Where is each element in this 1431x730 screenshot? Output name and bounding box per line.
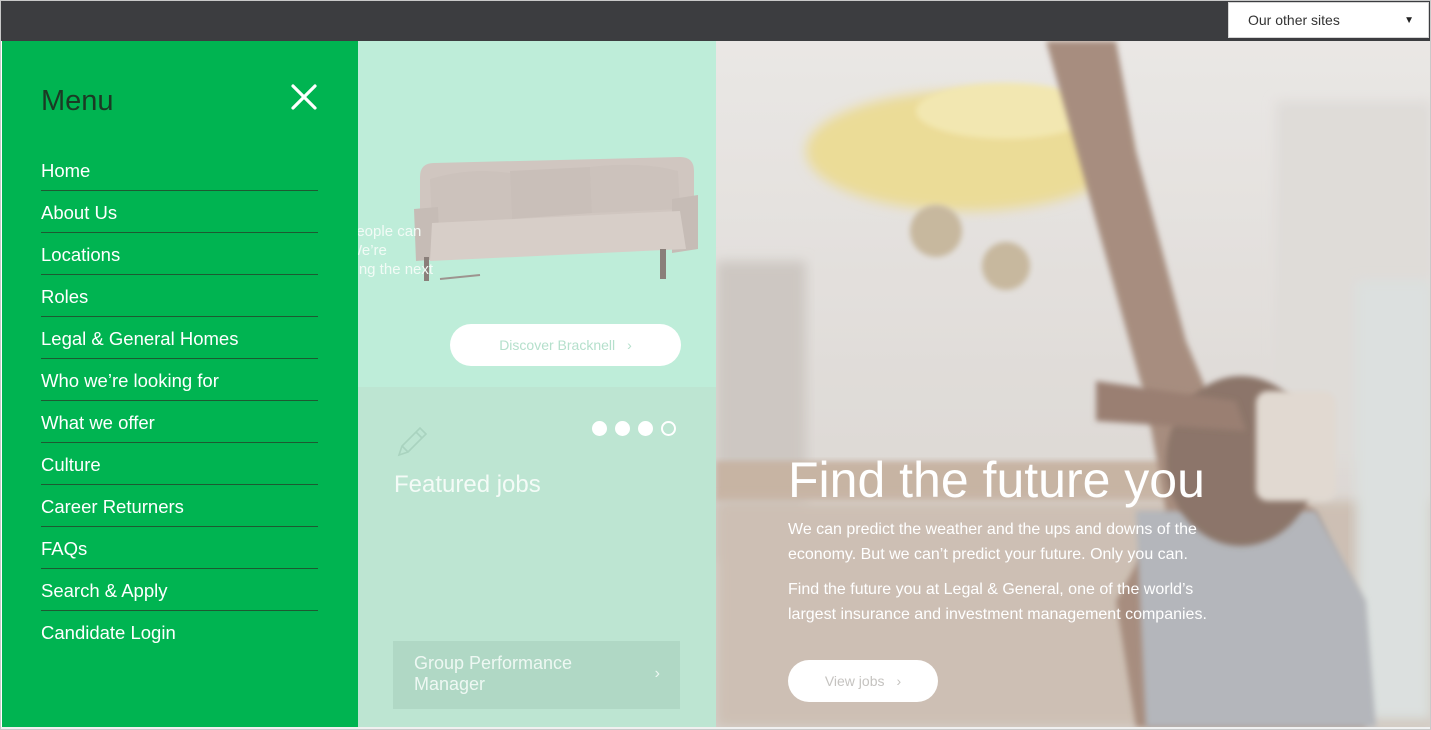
other-sites-label: Our other sites xyxy=(1248,12,1340,28)
location-description-text: people can We’re ving the next xyxy=(358,222,433,279)
menu-item-roles[interactable]: Roles xyxy=(41,275,318,317)
menu-item-lg-homes[interactable]: Legal & General Homes xyxy=(41,317,318,359)
menu-item-about-us[interactable]: About Us xyxy=(41,191,318,233)
view-jobs-button[interactable]: View jobs › xyxy=(788,660,938,702)
discover-label: Discover Bracknell xyxy=(499,337,616,353)
menu-item-candidate-login[interactable]: Candidate Login xyxy=(41,611,318,653)
carousel-dot[interactable] xyxy=(592,421,607,436)
caret-down-icon: ▼ xyxy=(1404,14,1414,26)
menu-item-label[interactable]: Locations xyxy=(41,244,120,266)
menu-item-label[interactable]: Culture xyxy=(41,454,101,476)
sofa-image xyxy=(414,157,698,281)
featured-jobs-panel: Featured jobs Group Performance Manager … xyxy=(358,387,716,727)
hero-copy: Find the future you We can predict the w… xyxy=(788,451,1228,627)
chevron-right-icon: › xyxy=(654,665,660,682)
menu-item-label[interactable]: Roles xyxy=(41,286,88,308)
carousel-dots xyxy=(592,421,676,436)
hero-paragraph-2: Find the future you at Legal & General, … xyxy=(788,581,1207,623)
chevron-right-icon: › xyxy=(896,673,902,689)
description-line: We’re xyxy=(358,242,387,259)
hero-section: Find the future you We can predict the w… xyxy=(716,41,1430,727)
close-icon[interactable] xyxy=(288,81,320,113)
featured-jobs-title: Featured jobs xyxy=(394,471,541,498)
menu-item-label[interactable]: Legal & General Homes xyxy=(41,328,238,350)
job-title: Group Performance Manager xyxy=(414,653,573,694)
hero-paragraph-1: We can predict the weather and the ups a… xyxy=(788,521,1197,563)
menu-list: Home About Us Locations Roles Legal & Ge… xyxy=(41,149,318,653)
menu-item-label[interactable]: Search & Apply xyxy=(41,580,168,602)
description-line: ving the next xyxy=(358,261,434,278)
menu-item-locations[interactable]: Locations xyxy=(41,233,318,275)
other-sites-dropdown[interactable]: Our other sites ▼ xyxy=(1228,2,1429,38)
menu-item-career-returners[interactable]: Career Returners xyxy=(41,485,318,527)
discover-bracknell-button[interactable]: Discover Bracknell › xyxy=(450,324,681,366)
menu-title: Menu xyxy=(41,85,114,117)
location-panel: people can We’re ving the next Discover … xyxy=(358,41,716,387)
menu-item-label[interactable]: Home xyxy=(41,160,90,182)
chevron-right-icon: › xyxy=(627,337,632,353)
carousel-dot-active[interactable] xyxy=(661,421,676,436)
menu-item-label[interactable]: FAQs xyxy=(41,538,87,560)
menu-item-home[interactable]: Home xyxy=(41,149,318,191)
featured-job-card[interactable]: Group Performance Manager › xyxy=(393,641,680,709)
menu-item-what-we-offer[interactable]: What we offer xyxy=(41,401,318,443)
menu-item-label[interactable]: About Us xyxy=(41,202,117,224)
top-bar: Our other sites ▼ xyxy=(1,1,1430,41)
pencil-icon xyxy=(397,426,428,457)
menu-item-culture[interactable]: Culture xyxy=(41,443,318,485)
page-frame: Our other sites ▼ Find the future you We… xyxy=(0,0,1431,730)
hero-title: Find the future you xyxy=(788,452,1205,508)
menu-item-label[interactable]: Career Returners xyxy=(41,496,184,518)
carousel-dot[interactable] xyxy=(615,421,630,436)
menu-item-search-apply[interactable]: Search & Apply xyxy=(41,569,318,611)
side-menu: Menu Home About Us Locations Roles Legal… xyxy=(2,41,358,727)
menu-item-who-were-looking-for[interactable]: Who we’re looking for xyxy=(41,359,318,401)
menu-item-label[interactable]: Who we’re looking for xyxy=(41,370,219,392)
description-line: people can xyxy=(358,223,422,240)
view-jobs-label: View jobs xyxy=(824,673,885,689)
menu-item-faqs[interactable]: FAQs xyxy=(41,527,318,569)
menu-item-label[interactable]: What we offer xyxy=(41,412,155,434)
menu-item-label[interactable]: Candidate Login xyxy=(41,622,176,644)
carousel-dot[interactable] xyxy=(638,421,653,436)
